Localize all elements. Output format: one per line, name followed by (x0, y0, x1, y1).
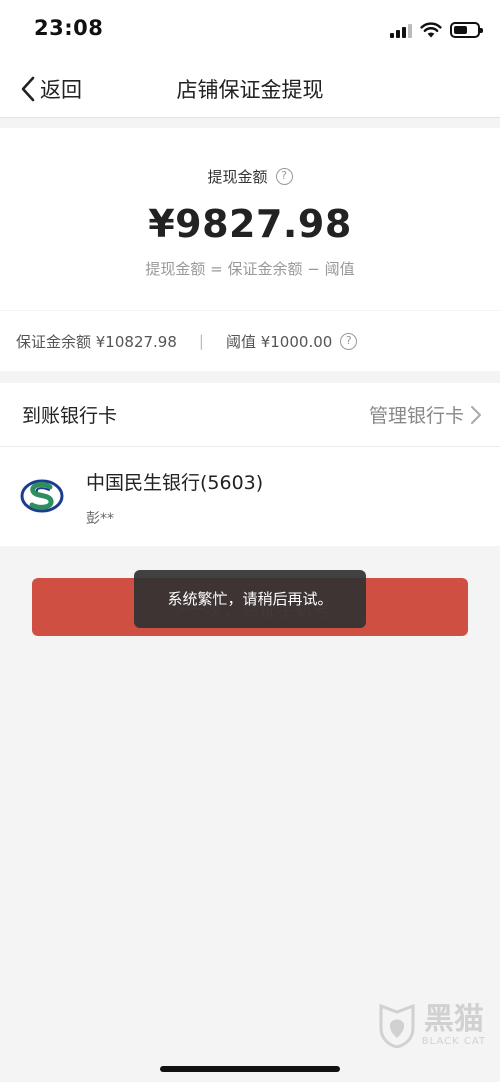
toast-message: 系统繁忙，请稍后再试。 (134, 570, 366, 628)
status-icons (390, 20, 483, 40)
bank-card-header: 到账银行卡 管理银行卡 (0, 383, 500, 447)
battery-level (454, 26, 468, 34)
withdraw-amount-card: 提现金额 ? ¥9827.98 提现金额 = 保证金余额 − 阈值 (0, 128, 500, 310)
chevron-right-icon (471, 405, 481, 424)
bank-section-title: 到账银行卡 (22, 405, 118, 427)
watermark-logo: 黑猫 BLACK CAT (378, 1002, 486, 1048)
manage-bank-cards-link[interactable]: 管理银行卡 (369, 401, 482, 428)
manage-bank-cards-label: 管理银行卡 (368, 405, 464, 427)
wifi-icon (420, 22, 442, 38)
black-cat-logo-icon (379, 1003, 415, 1048)
status-bar: 23:08 (0, 0, 500, 60)
watermark-en: BLACK CAT (421, 1035, 486, 1047)
cellular-signal-icon (390, 22, 412, 38)
bank-card-section: 到账银行卡 管理银行卡 中国民生银行(5603) 彭** (0, 383, 500, 546)
withdraw-amount-value: ¥9827.98 (148, 202, 352, 246)
battery-icon (450, 22, 483, 38)
navigation-bar: 返回 店铺保证金提现 (0, 60, 500, 118)
balance-divider: | (198, 332, 204, 350)
threshold-value: 阈值 ¥1000.00 (225, 332, 333, 351)
account-holder: 彭** (86, 511, 114, 527)
watermark-text: 黑猫 BLACK CAT (421, 1001, 486, 1047)
home-indicator (160, 1066, 340, 1072)
withdraw-amount-label: 提现金额 (207, 168, 268, 186)
question-circle-icon[interactable]: ? (275, 168, 293, 185)
question-circle-icon[interactable]: ? (340, 332, 358, 350)
deposit-balance: 保证金余额 ¥10827.98 (16, 332, 177, 351)
page-title: 店铺保证金提现 (176, 78, 324, 102)
bank-account-item[interactable]: 中国民生银行(5603) 彭** (0, 448, 500, 546)
status-time: 23:08 (34, 16, 104, 40)
withdraw-formula: 提现金额 = 保证金余额 − 阈值 (145, 260, 355, 278)
balance-row: 保证金余额 ¥10827.98 | 阈值 ¥1000.00 ? (0, 311, 500, 371)
withdraw-label-row: 提现金额 ? (0, 166, 500, 187)
watermark-cn: 黑猫 (423, 1001, 484, 1037)
cmbc-logo-icon (20, 479, 64, 513)
bank-name: 中国民生银行(5603) (86, 472, 264, 494)
